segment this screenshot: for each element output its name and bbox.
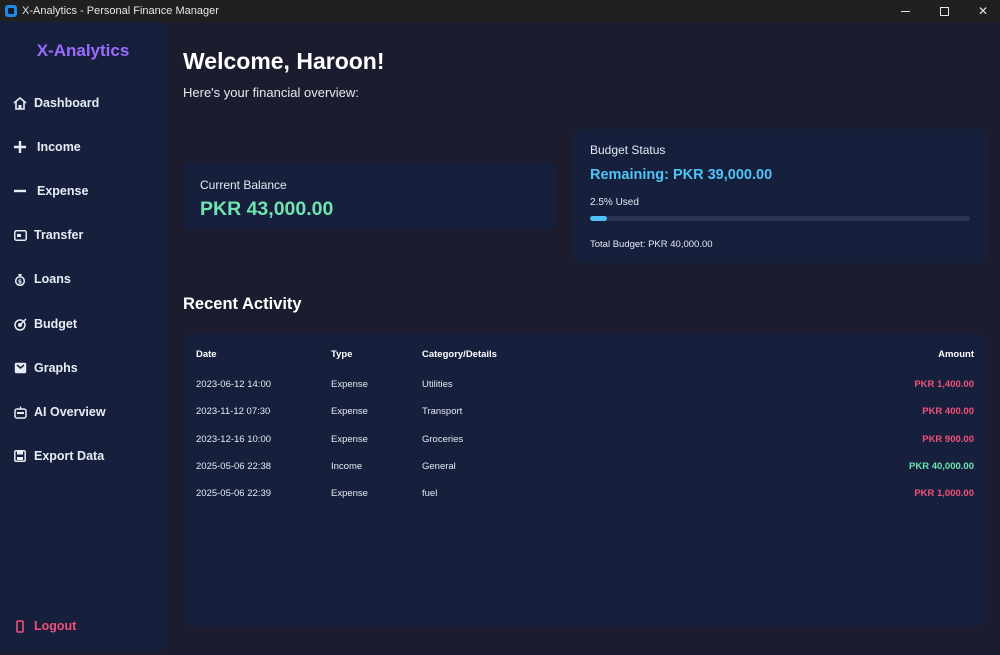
table-row: 2025-05-06 22:39 Expense fuel PKR 1,000.…: [183, 488, 986, 502]
sidebar: X-Analytics Dashboard Income Expense Tra…: [0, 22, 166, 651]
sidebar-item-export-data[interactable]: Export Data: [12, 444, 157, 468]
sidebar-item-label: Expense: [37, 184, 89, 198]
column-header-amount: Amount: [938, 349, 974, 360]
cell-category: Groceries: [422, 434, 464, 445]
minus-icon: [12, 183, 28, 199]
budget-progress-bar: [590, 216, 970, 221]
cell-type: Expense: [331, 406, 368, 417]
maximize-icon: [939, 6, 949, 16]
budget-card: Budget Status Remaining: PKR 39,000.00 2…: [573, 129, 987, 263]
app-icon: [5, 5, 17, 17]
robot-icon: [12, 404, 28, 420]
cell-type: Expense: [331, 488, 368, 499]
cell-amount: PKR 1,000.00: [914, 488, 974, 499]
balance-label: Current Balance: [200, 178, 287, 192]
column-header-type: Type: [331, 349, 353, 360]
close-icon: ✕: [977, 4, 989, 18]
sidebar-item-transfer[interactable]: Transfer: [12, 223, 157, 247]
cell-date: 2023-11-12 07:30: [196, 406, 271, 417]
target-icon: [12, 316, 28, 332]
sidebar-item-label: Transfer: [34, 228, 84, 242]
recent-activity-title: Recent Activity: [183, 295, 302, 313]
cell-category: Transport: [422, 406, 463, 417]
svg-text:$: $: [18, 278, 22, 285]
close-button[interactable]: ✕: [966, 0, 1000, 22]
sidebar-item-label: Export Data: [34, 449, 105, 463]
window-title: X-Analytics - Personal Finance Manager: [22, 5, 219, 17]
cell-category: Utilities: [422, 379, 453, 390]
brand-title: X-Analytics: [36, 41, 130, 60]
logout-icon: [12, 618, 28, 634]
cell-type: Expense: [331, 434, 368, 445]
table-row: 2023-12-16 10:00 Expense Groceries PKR 9…: [183, 434, 986, 448]
sidebar-item-graphs[interactable]: Graphs: [12, 356, 157, 380]
cell-date: 2025-05-06 22:39: [196, 488, 272, 499]
balance-card: Current Balance PKR 43,000.00: [183, 163, 555, 229]
table-row: 2025-05-06 22:38 Income General PKR 40,0…: [183, 461, 986, 475]
cell-date: 2023-06-12 14:00: [196, 379, 272, 390]
money-bag-icon: $: [12, 271, 28, 287]
cell-amount: PKR 1,400.00: [914, 379, 974, 390]
chart-icon: [12, 360, 28, 376]
cell-type: Income: [331, 461, 363, 472]
cell-amount: PKR 40,000.00: [909, 461, 974, 472]
sidebar-item-label: Income: [37, 140, 81, 154]
cell-category: General: [422, 461, 456, 472]
budget-total: Total Budget: PKR 40,000.00: [590, 239, 713, 250]
budget-used: 2.5% Used: [590, 197, 639, 208]
cell-amount: PKR 400.00: [922, 406, 974, 417]
minimize-icon: [900, 10, 910, 12]
sidebar-item-income[interactable]: Income: [12, 135, 157, 159]
sidebar-item-label: Budget: [34, 317, 78, 331]
page-subtitle: Here's your financial overview:: [183, 85, 359, 100]
budget-remaining: Remaining: PKR 39,000.00: [590, 167, 773, 183]
cell-category: fuel: [422, 488, 438, 499]
sidebar-item-label: AI Overview: [34, 405, 106, 419]
balance-value: PKR 43,000.00: [200, 198, 334, 220]
column-header-category: Category/Details: [422, 349, 497, 360]
table-row: 2023-11-12 07:30 Expense Transport PKR 4…: [183, 406, 986, 420]
sidebar-item-ai-overview[interactable]: AI Overview: [12, 400, 157, 424]
cell-type: Expense: [331, 379, 368, 390]
table-row: 2023-06-12 14:00 Expense Utilities PKR 1…: [183, 379, 986, 393]
column-header-date: Date: [196, 349, 217, 360]
sidebar-item-expense[interactable]: Expense: [12, 179, 157, 203]
sidebar-item-budget[interactable]: Budget: [12, 312, 157, 336]
activity-table: Date Type Category/Details Amount 2023-0…: [183, 334, 986, 626]
main-content: Welcome, Haroon! Here's your financial o…: [166, 22, 1000, 651]
sidebar-item-label: Graphs: [34, 361, 78, 375]
sidebar-item-dashboard[interactable]: Dashboard: [12, 91, 157, 115]
table-header: Date Type Category/Details Amount: [183, 349, 986, 363]
window-titlebar: X-Analytics - Personal Finance Manager ✕: [0, 0, 1000, 22]
budget-label: Budget Status: [590, 143, 666, 157]
logout-button[interactable]: Logout: [12, 614, 157, 638]
minimize-button[interactable]: [888, 0, 922, 22]
budget-progress-fill: [590, 216, 608, 221]
plus-icon: [12, 139, 28, 155]
home-icon: [12, 95, 28, 111]
logout-label: Logout: [34, 619, 77, 633]
cell-date: 2025-05-06 22:38: [196, 461, 272, 472]
cell-amount: PKR 900.00: [922, 434, 974, 445]
sidebar-item-label: Loans: [34, 272, 71, 286]
save-icon: [12, 448, 28, 464]
maximize-button[interactable]: [927, 0, 961, 22]
card-icon: [12, 227, 28, 243]
sidebar-item-loans[interactable]: $ Loans: [12, 267, 157, 291]
sidebar-item-label: Dashboard: [34, 96, 100, 110]
page-title: Welcome, Haroon!: [183, 48, 385, 74]
cell-date: 2023-12-16 10:00: [196, 434, 272, 445]
